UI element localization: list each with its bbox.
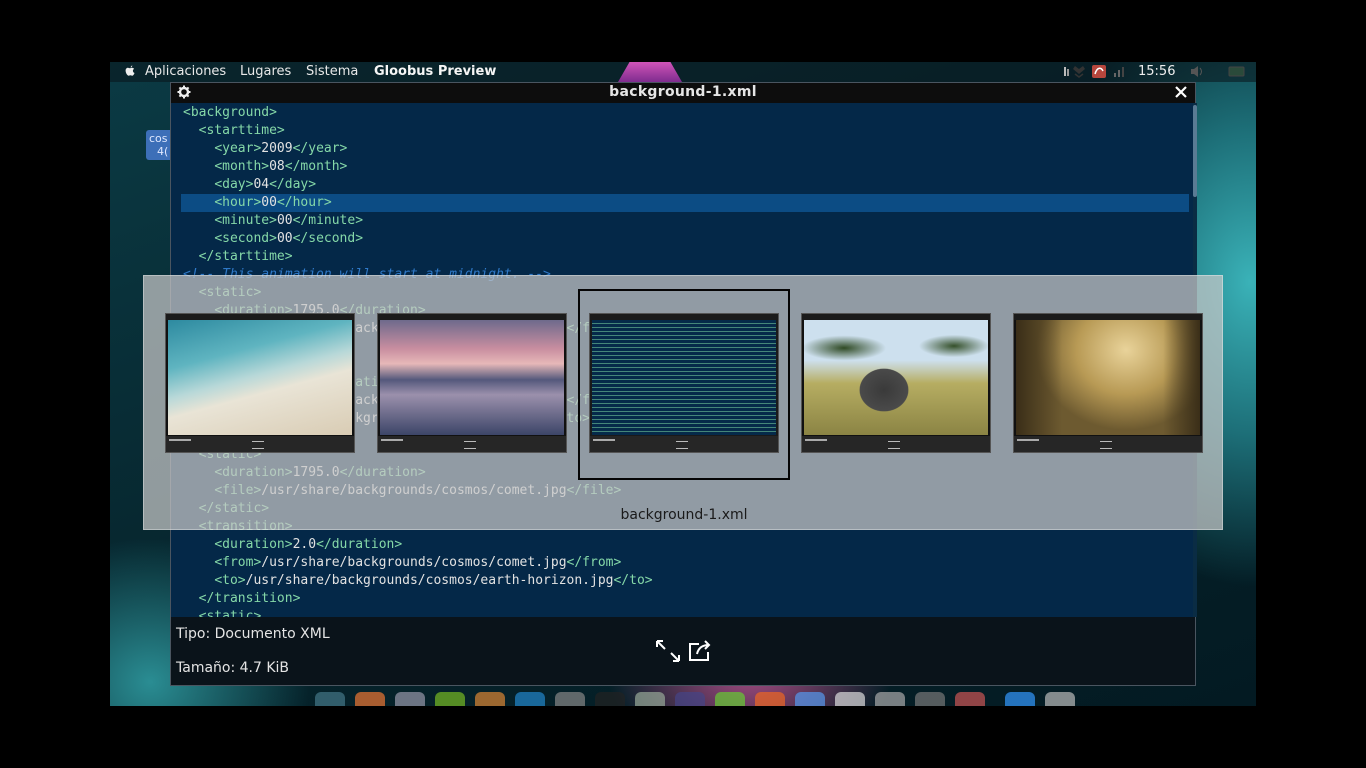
menu-applications[interactable]: Aplicaciones <box>145 64 226 79</box>
menu-places[interactable]: Lugares <box>240 64 291 79</box>
code-line: <background> <box>183 105 277 120</box>
elephant-thumbnail[interactable] <box>801 313 991 453</box>
file-type-label: Tipo: Documento XML <box>176 626 330 642</box>
code-line: </starttime> <box>198 249 293 264</box>
dock-row2-icon-13[interactable] <box>795 692 825 706</box>
dock-row2-icon-2[interactable] <box>355 692 385 706</box>
dock-row2-icon-19[interactable] <box>1045 692 1075 706</box>
share-icon[interactable] <box>687 639 713 663</box>
active-app-name[interactable]: Gloobus Preview <box>374 64 496 79</box>
fullscreen-icon[interactable] <box>655 639 681 663</box>
code-line: <from>/usr/share/backgrounds/cosmos/come… <box>214 555 622 570</box>
dock-row2-icon-7[interactable] <box>555 692 585 706</box>
dropbox-icon[interactable] <box>1072 65 1086 78</box>
dock-row2-icon-4[interactable] <box>435 692 465 706</box>
signal-icon[interactable] <box>1112 65 1126 78</box>
code-line: <hour>00</hour> <box>214 195 332 210</box>
dock-row2-icon-1[interactable] <box>315 692 345 706</box>
canyon-thumbnail[interactable] <box>1013 313 1203 453</box>
menu-system[interactable]: Sistema <box>306 64 358 79</box>
dock-row2-icon-3[interactable] <box>395 692 425 706</box>
code-line: <minute>00</minute> <box>214 213 364 228</box>
code-line: <to>/usr/share/backgrounds/cosmos/earth-… <box>214 573 653 588</box>
dock-row2-icon-17[interactable] <box>955 692 985 706</box>
dock-row2-icon-6[interactable] <box>515 692 545 706</box>
pink-panel-decoration <box>618 62 682 82</box>
top-panel: Aplicaciones Lugares Sistema Gloobus Pre… <box>110 62 1256 82</box>
code-line: <duration>2.0</duration> <box>214 537 403 552</box>
apple-icon[interactable] <box>124 65 136 78</box>
volume-icon[interactable] <box>1190 65 1204 78</box>
code-line: <starttime> <box>198 123 285 138</box>
file-size-label: Tamaño: 4.7 KiB <box>176 660 290 676</box>
window-switcher: background-1.xml <box>143 275 1223 530</box>
info-bar: Tipo: Documento XML Tamaño: 4.7 KiB <box>171 617 1195 685</box>
current-line-highlight <box>181 194 1189 212</box>
dock-row2-icon-15[interactable] <box>875 692 905 706</box>
code-line: <second>00</second> <box>214 231 364 246</box>
dock-row2-icon-16[interactable] <box>915 692 945 706</box>
dock-row2-icon-9[interactable] <box>635 692 665 706</box>
dock-row2-icon-5[interactable] <box>475 692 505 706</box>
code-line: <static> <box>198 609 262 617</box>
switcher-selected-label: background-1.xml <box>620 507 748 523</box>
close-icon[interactable] <box>1173 84 1189 100</box>
beach-thumbnail[interactable] <box>165 313 355 453</box>
scrollbar-thumb[interactable] <box>1193 105 1197 197</box>
window-title: background-1.xml <box>609 84 757 100</box>
code-line: <day>04</day> <box>214 177 317 192</box>
clock[interactable]: 15:56 <box>1138 64 1175 79</box>
dock-row2-icon-10[interactable] <box>675 692 705 706</box>
dock-row2-icon-8[interactable] <box>595 692 625 706</box>
dock-row2-icon-11[interactable] <box>715 692 745 706</box>
dock-row2-icon-12[interactable] <box>755 692 785 706</box>
dock-row2-icon-18[interactable] <box>1005 692 1035 706</box>
app-indicator-icon[interactable] <box>1092 65 1106 78</box>
selection-frame <box>578 289 790 480</box>
window-titlebar[interactable]: background-1.xml <box>171 83 1195 103</box>
code-line: <month>08</month> <box>214 159 348 174</box>
code-line: </transition> <box>198 591 301 606</box>
code-line: <year>2009</year> <box>214 141 348 156</box>
mountain-lake-thumbnail[interactable] <box>377 313 567 453</box>
dock-row2-icon-14[interactable] <box>835 692 865 706</box>
battery-icon[interactable] <box>1228 65 1246 78</box>
